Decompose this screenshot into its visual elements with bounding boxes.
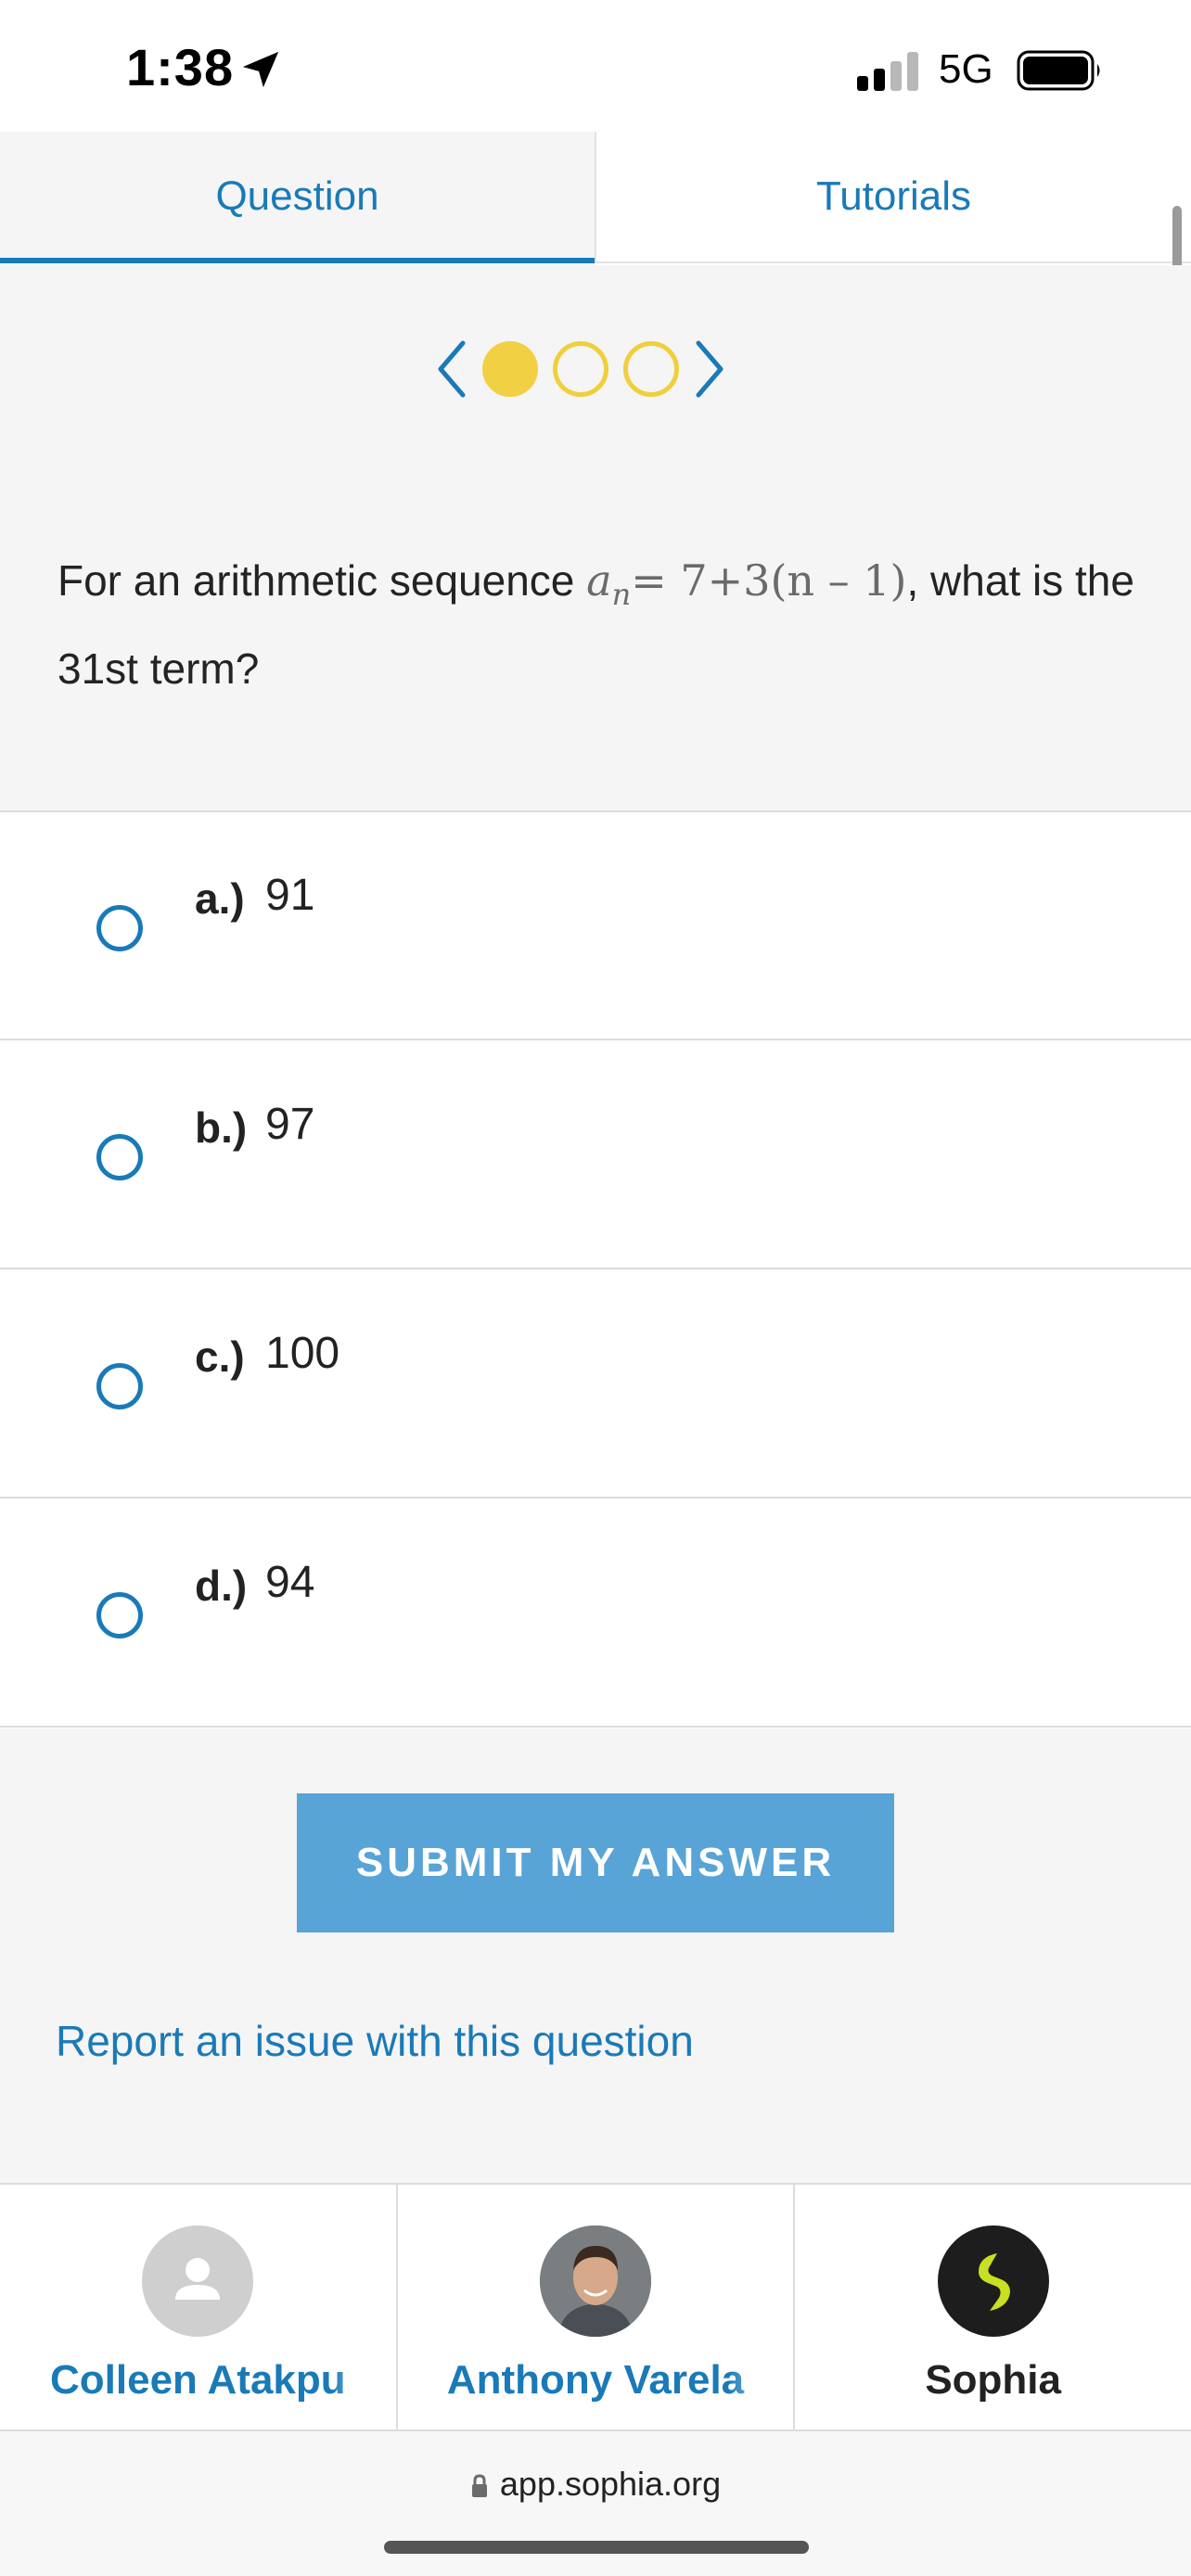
question-prefix: For an arithmetic sequence <box>58 556 587 605</box>
answer-option-a[interactable]: a.) 91 <box>0 812 1191 1040</box>
url-text: app.sophia.org <box>499 2465 722 2503</box>
next-question-button[interactable] <box>686 337 733 402</box>
radio-button-b[interactable] <box>96 1134 143 1180</box>
person-sophia[interactable]: Sophia <box>795 2185 1191 2429</box>
tab-question[interactable]: Question <box>0 132 596 263</box>
chevron-left-icon <box>438 340 466 398</box>
option-letter: a.) <box>195 874 245 923</box>
person-name: Sophia <box>925 2357 1062 2403</box>
url-display[interactable]: app.sophia.org <box>0 2465 1191 2504</box>
user-silhouette-icon <box>175 2258 221 2300</box>
browser-url-bar[interactable]: app.sophia.org <box>0 2431 1191 2576</box>
option-letter: b.) <box>195 1103 248 1152</box>
lock-icon <box>471 2474 487 2497</box>
signal-icon <box>857 52 918 91</box>
option-letter: d.) <box>195 1562 248 1610</box>
name-fade <box>728 2352 794 2407</box>
home-indicator[interactable] <box>384 2541 809 2554</box>
status-bar: 1:38 5G <box>0 0 1191 132</box>
answer-option-d[interactable]: d.) 94 <box>0 1499 1191 1728</box>
answer-option-c[interactable]: c.) 100 <box>0 1270 1191 1498</box>
status-time: 1:38 <box>126 38 235 96</box>
pager-dot-3[interactable] <box>623 341 679 397</box>
chevron-right-icon <box>696 340 724 398</box>
avatar-photo <box>540 2225 651 2337</box>
sophia-mark-icon <box>978 2253 1010 2311</box>
pager-dot-1[interactable] <box>482 341 538 397</box>
sophia-logo-icon <box>937 2225 1049 2337</box>
person-colleen[interactable]: Colleen Atakpu <box>0 2185 398 2429</box>
battery-icon <box>1017 50 1100 91</box>
question-pager <box>429 332 762 406</box>
people-bar: Colleen Atakpu Anthony Varela Sophia <box>0 2183 1191 2431</box>
pager-dot-2[interactable] <box>553 341 608 397</box>
option-value: 100 <box>265 1329 340 1378</box>
submit-answer-button[interactable]: SUBMIT MY ANSWER <box>297 1793 894 1932</box>
person-photo-icon <box>540 2225 651 2337</box>
question-text: For an arithmetic sequence an= 7+3(n – 1… <box>58 543 1143 706</box>
avatar-placeholder-icon <box>142 2225 254 2337</box>
answer-option-b[interactable]: b.) 97 <box>0 1041 1191 1269</box>
formula-variable: a <box>586 555 612 606</box>
option-letter: c.) <box>195 1333 245 1381</box>
location-arrow-icon <box>242 51 279 88</box>
tab-bar: Question Tutorials <box>0 132 1191 263</box>
option-value: 91 <box>265 871 315 920</box>
report-issue-link[interactable]: Report an issue with this question <box>56 2016 694 2066</box>
tab-tutorials[interactable]: Tutorials <box>596 132 1191 261</box>
radio-button-a[interactable] <box>96 905 143 951</box>
option-value: 97 <box>265 1100 315 1149</box>
radio-button-c[interactable] <box>96 1363 143 1409</box>
person-anthony[interactable]: Anthony Varela <box>398 2185 796 2429</box>
option-value: 94 <box>265 1558 315 1607</box>
question-area: For an arithmetic sequence an= 7+3(n – 1… <box>0 265 1191 812</box>
submit-area: SUBMIT MY ANSWER Report an issue with th… <box>0 1728 1191 2183</box>
network-label: 5G <box>939 46 993 92</box>
formula-subscript: n <box>611 577 632 613</box>
previous-question-button[interactable] <box>429 337 475 402</box>
radio-button-d[interactable] <box>96 1592 143 1639</box>
formula-expression: = 7+3(n – 1) <box>631 555 907 606</box>
name-fade <box>330 2352 396 2407</box>
question-formula: an= 7+3(n – 1) <box>586 555 907 612</box>
